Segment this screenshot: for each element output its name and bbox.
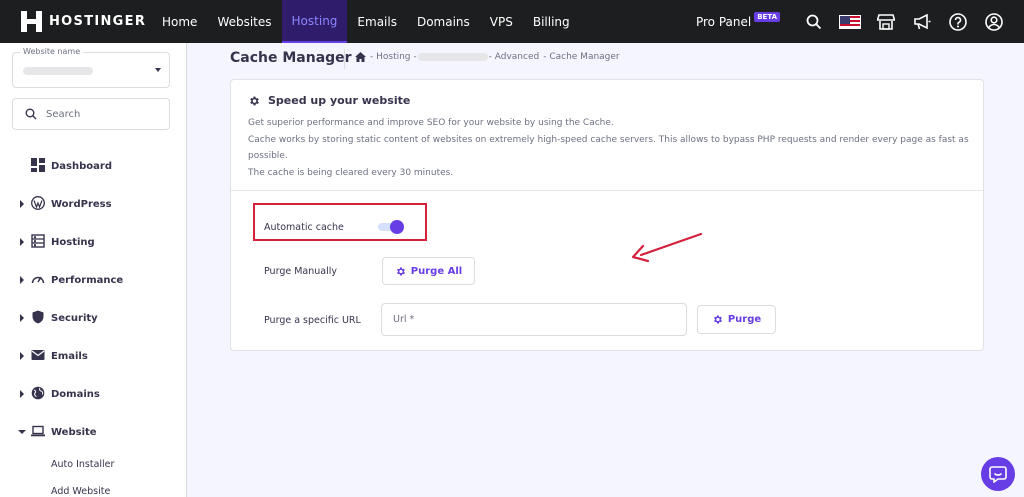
nav-billing[interactable]: Billing bbox=[523, 0, 580, 43]
chevron-right-icon bbox=[20, 314, 24, 322]
chat-bubble-icon[interactable] bbox=[981, 457, 1015, 491]
automatic-cache-label: Automatic cache bbox=[264, 222, 344, 233]
store-icon[interactable] bbox=[870, 6, 902, 38]
search-icon bbox=[25, 108, 37, 120]
brand-logo[interactable]: HOSTINGER bbox=[0, 11, 152, 32]
laptop-icon bbox=[31, 425, 45, 437]
sidebar-item-label: Performance bbox=[51, 274, 124, 286]
nav-home[interactable]: Home bbox=[152, 0, 207, 43]
sidebar-item-performance[interactable]: Performance bbox=[0, 261, 186, 299]
card-divider bbox=[231, 190, 983, 191]
sidebar-search-input[interactable]: Search bbox=[12, 98, 170, 130]
sidebar-subitem-add-website[interactable]: Add Website bbox=[0, 478, 186, 497]
purge-url-label: Purge a specific URL bbox=[264, 315, 361, 326]
pro-panel-link[interactable]: Pro Panel BETA bbox=[695, 11, 780, 29]
caret-down-icon bbox=[155, 68, 161, 72]
breadcrumb-advanced[interactable]: - Advanced bbox=[489, 52, 540, 62]
search-placeholder: Search bbox=[46, 108, 81, 120]
automatic-cache-toggle[interactable] bbox=[375, 220, 405, 234]
page-title: Cache Manager bbox=[230, 50, 352, 66]
toggle-knob bbox=[390, 220, 404, 234]
breadcrumb-cache-manager: - Cache Manager bbox=[543, 52, 620, 62]
description-line: Get superior performance and improve SEO… bbox=[248, 118, 614, 128]
purge-all-label: Purge All bbox=[410, 265, 463, 277]
sidebar-item-domains[interactable]: Domains bbox=[0, 375, 186, 413]
sidebar-item-label: Hosting bbox=[51, 236, 95, 248]
website-name-label: Website name bbox=[20, 47, 84, 56]
wordpress-icon bbox=[31, 196, 45, 210]
sidebar-menu: Dashboard WordPress Hosting Performance … bbox=[0, 147, 186, 497]
nav-domains[interactable]: Domains bbox=[407, 0, 480, 43]
globe-icon bbox=[31, 386, 45, 400]
cache-card: Speed up your website Get superior perfo… bbox=[230, 79, 984, 351]
sidebar-item-wordpress[interactable]: WordPress bbox=[0, 185, 186, 223]
chevron-right-icon bbox=[20, 200, 24, 208]
megaphone-icon[interactable] bbox=[906, 6, 938, 38]
website-name-value bbox=[23, 67, 93, 75]
beta-badge: BETA bbox=[754, 11, 780, 22]
shield-icon bbox=[32, 310, 44, 324]
main-content: Cache Manager - Hosting - - Advanced - C… bbox=[187, 43, 1024, 497]
hostinger-logo-icon bbox=[21, 11, 42, 32]
annotation-arrow-icon bbox=[631, 232, 703, 263]
sidebar-subitem-auto-installer[interactable]: Auto Installer bbox=[0, 451, 186, 478]
gear-icon bbox=[250, 96, 259, 105]
description-line: Cache works by storing static content of… bbox=[248, 134, 969, 162]
chevron-right-icon bbox=[20, 390, 24, 398]
description-line: The cache is being cleared every 30 minu… bbox=[248, 167, 454, 178]
sidebar-item-website[interactable]: Website bbox=[0, 413, 186, 451]
pro-panel-label: Pro Panel bbox=[695, 14, 752, 29]
account-icon[interactable] bbox=[978, 6, 1010, 38]
breadcrumb-divider bbox=[344, 49, 345, 69]
website-name-select[interactable]: Website name bbox=[12, 47, 170, 88]
purge-manually-label: Purge Manually bbox=[264, 266, 337, 277]
purge-label: Purge bbox=[727, 314, 762, 325]
breadcrumb-hosting[interactable]: - Hosting - bbox=[370, 52, 417, 62]
us-flag-icon[interactable] bbox=[834, 6, 866, 38]
sidebar-item-label: Emails bbox=[51, 350, 88, 362]
help-icon[interactable] bbox=[942, 6, 974, 38]
search-icon[interactable] bbox=[798, 6, 830, 38]
sidebar-item-label: Security bbox=[51, 312, 98, 324]
breadcrumb: - Hosting - - Advanced - Cache Manager bbox=[355, 52, 620, 62]
nav-websites[interactable]: Websites bbox=[207, 0, 281, 43]
chevron-down-icon bbox=[18, 430, 26, 434]
dashboard-icon bbox=[31, 158, 45, 172]
performance-icon bbox=[31, 276, 45, 284]
sidebar: Website name Search Dashboard WordPress … bbox=[0, 43, 187, 497]
sidebar-item-label: Dashboard bbox=[51, 160, 112, 172]
main-nav: Home Websites Hosting Emails Domains VPS… bbox=[152, 0, 580, 43]
sidebar-item-label: Website bbox=[51, 426, 97, 438]
sidebar-item-security[interactable]: Security bbox=[0, 299, 186, 337]
sidebar-item-dashboard[interactable]: Dashboard bbox=[0, 147, 186, 185]
purge-all-button[interactable]: Purge All bbox=[382, 257, 475, 285]
chevron-right-icon bbox=[20, 238, 24, 246]
sidebar-item-label: Domains bbox=[51, 388, 100, 400]
brand-name: HOSTINGER bbox=[49, 14, 147, 29]
card-header: Speed up your website bbox=[248, 94, 410, 107]
gear-icon bbox=[713, 315, 722, 324]
mail-icon bbox=[31, 350, 45, 360]
url-input[interactable] bbox=[381, 303, 687, 336]
card-description: Get superior performance and improve SEO… bbox=[248, 115, 973, 181]
chevron-right-icon bbox=[20, 352, 24, 360]
home-icon[interactable] bbox=[355, 52, 366, 62]
sidebar-item-label: WordPress bbox=[51, 198, 112, 210]
card-title: Speed up your website bbox=[268, 94, 411, 107]
top-navbar: HOSTINGER Home Websites Hosting Emails D… bbox=[0, 0, 1024, 43]
sidebar-item-hosting[interactable]: Hosting bbox=[0, 223, 186, 261]
hosting-icon bbox=[31, 234, 45, 248]
purge-url-button[interactable]: Purge bbox=[697, 305, 776, 334]
breadcrumb-redacted-site bbox=[417, 53, 488, 61]
nav-hosting[interactable]: Hosting bbox=[281, 0, 348, 43]
chevron-right-icon bbox=[20, 276, 24, 284]
nav-emails[interactable]: Emails bbox=[347, 0, 407, 43]
sidebar-item-emails[interactable]: Emails bbox=[0, 337, 186, 375]
nav-vps[interactable]: VPS bbox=[480, 0, 523, 43]
gear-icon bbox=[396, 266, 405, 276]
